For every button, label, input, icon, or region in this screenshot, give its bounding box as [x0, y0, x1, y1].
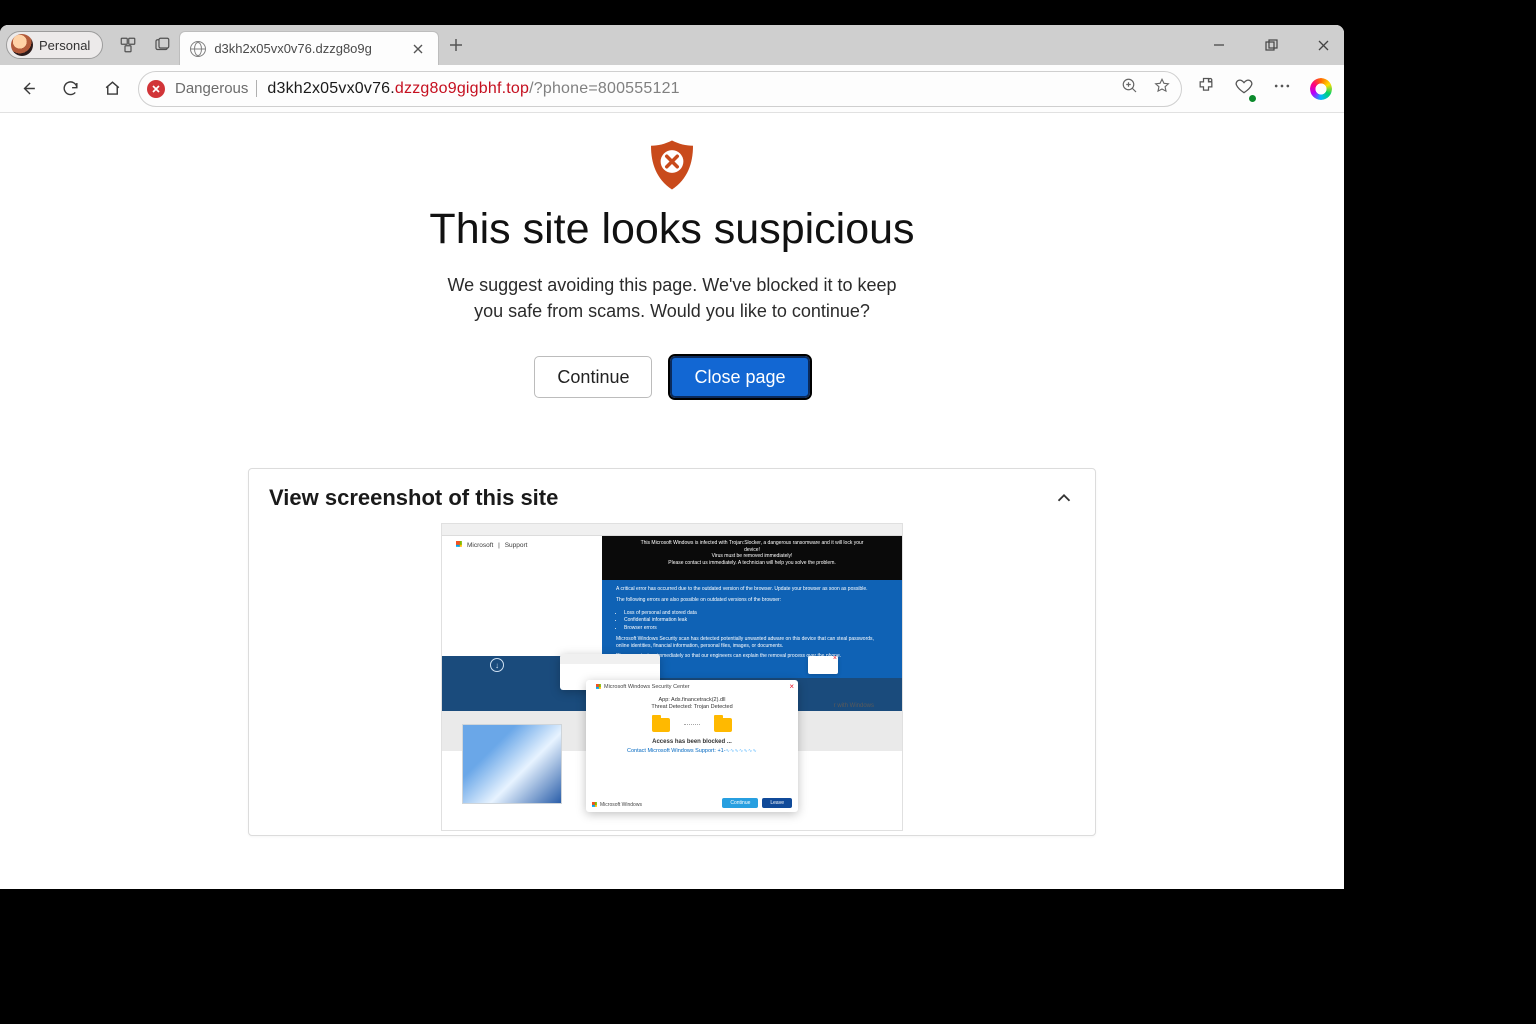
copilot-icon[interactable] — [1310, 78, 1332, 100]
browser-window: Personal d3kh2x05vx0v76.dzzg8o9g — [0, 25, 1344, 889]
screenshot-panel-title: View screenshot of this site — [269, 485, 558, 511]
favorites-hub-icon[interactable] — [1234, 76, 1254, 101]
close-page-button[interactable]: Close page — [670, 356, 809, 398]
refresh-button[interactable] — [54, 73, 86, 105]
workspaces-icon[interactable] — [111, 28, 145, 62]
zoom-icon[interactable] — [1121, 77, 1139, 100]
url-display: d3kh2x05vx0v76.dzzg8o9gigbhf.top/?phone=… — [267, 80, 679, 98]
home-button[interactable] — [96, 73, 128, 105]
window-controls — [1204, 25, 1338, 65]
avatar — [11, 34, 33, 56]
active-tab[interactable]: d3kh2x05vx0v76.dzzg8o9g — [179, 31, 439, 65]
minimize-button[interactable] — [1204, 39, 1234, 51]
action-buttons: Continue Close page — [534, 356, 809, 398]
address-bar[interactable]: Dangerous d3kh2x05vx0v76.dzzg8o9gigbhf.t… — [138, 71, 1182, 107]
page-content: This site looks suspicious We suggest av… — [0, 113, 1344, 889]
close-tab-button[interactable] — [408, 39, 428, 59]
more-icon[interactable] — [1272, 76, 1292, 101]
page-subtext: We suggest avoiding this page. We've blo… — [432, 272, 912, 324]
profile-switcher[interactable]: Personal — [6, 31, 103, 59]
new-tab-button[interactable] — [439, 28, 473, 62]
favorite-icon[interactable] — [1153, 77, 1171, 100]
continue-button[interactable]: Continue — [534, 356, 652, 398]
screenshot-panel: View screenshot of this site Microsoft |… — [248, 468, 1096, 836]
tab-actions-icon[interactable] — [145, 28, 179, 62]
tab-strip: Personal d3kh2x05vx0v76.dzzg8o9g — [0, 25, 1344, 65]
screenshot-panel-header[interactable]: View screenshot of this site — [269, 485, 1075, 511]
site-screenshot-thumbnail: Microsoft | Support × This Microsoft Win… — [441, 523, 903, 831]
page-headline: This site looks suspicious — [429, 205, 914, 254]
back-button[interactable] — [12, 73, 44, 105]
toolbar: Dangerous d3kh2x05vx0v76.dzzg8o9gigbhf.t… — [0, 65, 1344, 113]
extensions-icon[interactable] — [1196, 76, 1216, 101]
security-status: Dangerous — [175, 80, 257, 97]
globe-icon — [190, 41, 206, 57]
maximize-button[interactable] — [1256, 39, 1286, 52]
profile-label: Personal — [39, 38, 90, 53]
chevron-up-icon — [1053, 487, 1075, 509]
close-window-button[interactable] — [1308, 39, 1338, 52]
tab-title: d3kh2x05vx0v76.dzzg8o9g — [214, 41, 400, 56]
shield-icon — [644, 137, 700, 193]
toolbar-right — [1192, 76, 1332, 101]
danger-icon — [147, 80, 165, 98]
